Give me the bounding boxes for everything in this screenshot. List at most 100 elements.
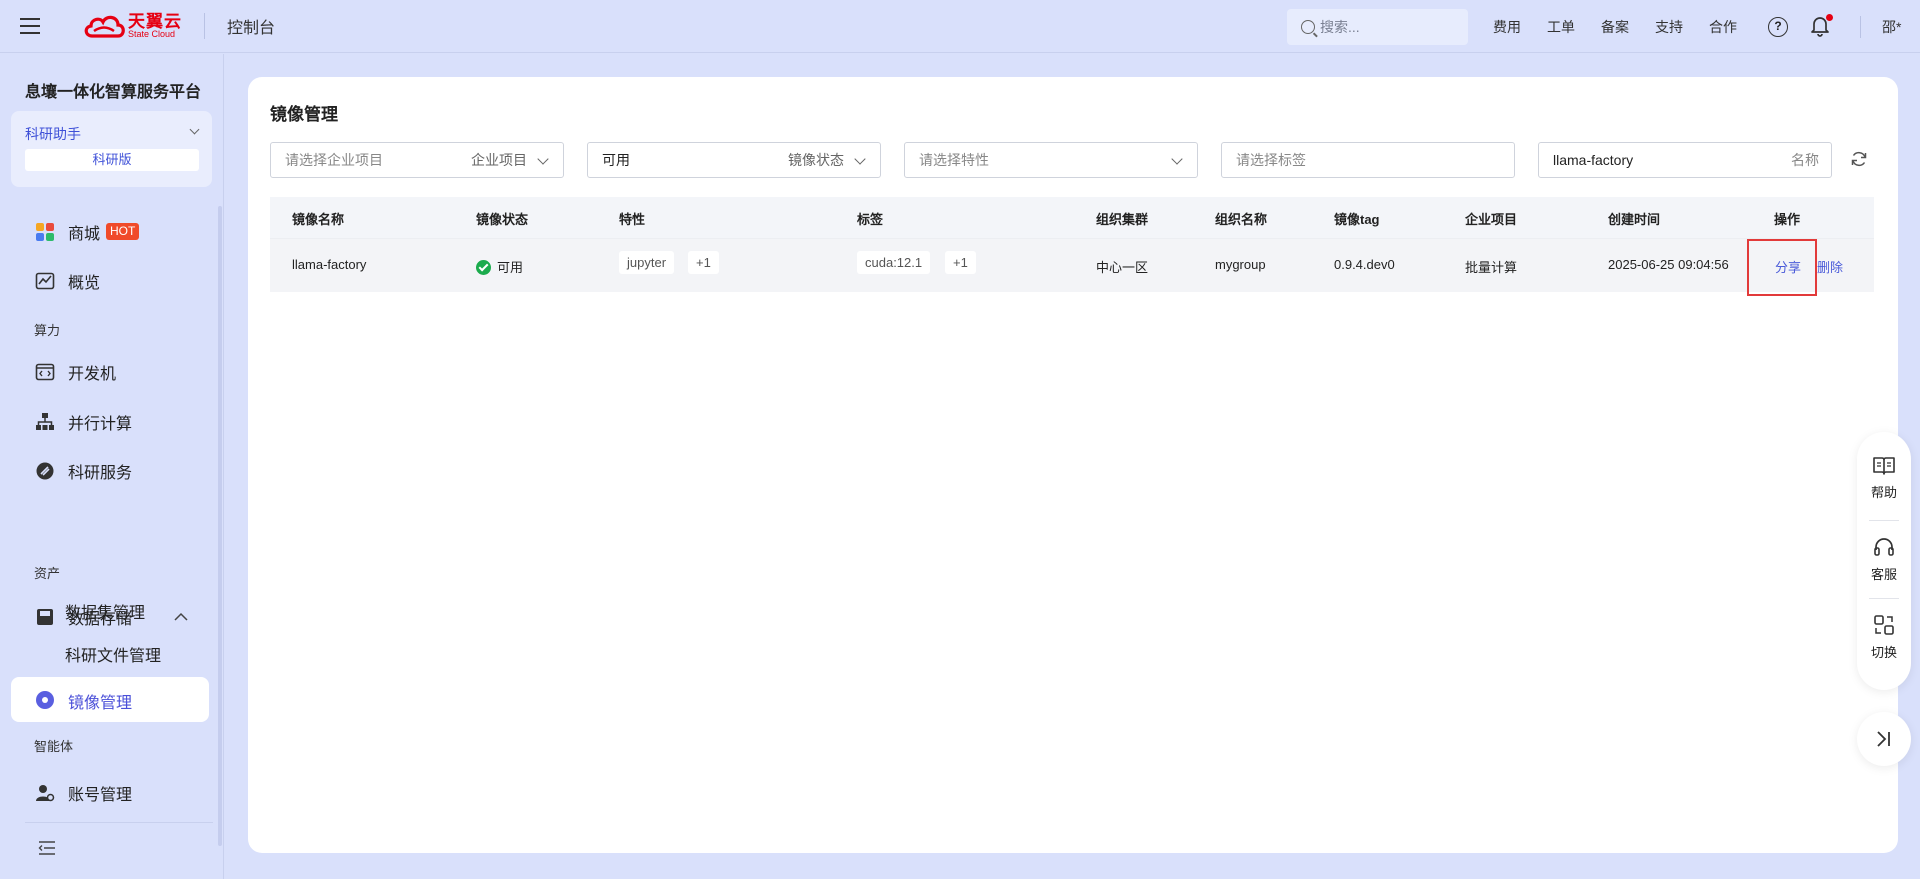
headset-icon bbox=[1874, 538, 1894, 556]
col-header: 企业项目 bbox=[1465, 212, 1518, 227]
nav-partner[interactable]: 合作 bbox=[1709, 0, 1737, 53]
sidebar-item-account[interactable]: 账号管理 bbox=[0, 771, 210, 815]
main-panel: 镜像管理 请选择企业项目 企业项目 可用 镜像状态 请选择特性 请选择标签 ll… bbox=[248, 77, 1898, 853]
org-cell: mygroup bbox=[1215, 257, 1266, 272]
name-suffix: 名称 bbox=[1791, 152, 1819, 168]
highlight-annotation bbox=[1747, 239, 1817, 296]
hierarchy-icon bbox=[36, 413, 54, 430]
divider bbox=[1869, 598, 1899, 599]
status-cell: 可用 bbox=[476, 257, 523, 276]
chevron-down-icon bbox=[854, 153, 866, 165]
table-row[interactable]: llama-factory 可用 jupyter +1 cuda:12.1 +1… bbox=[270, 238, 1874, 292]
col-header: 镜像状态 bbox=[476, 212, 529, 227]
user-name[interactable]: 邵* bbox=[1882, 17, 1901, 37]
sidebar-item-overview[interactable]: 概览 bbox=[0, 259, 210, 303]
sidebar-item-files[interactable]: 科研文件管理 bbox=[65, 642, 161, 666]
hot-badge: HOT bbox=[106, 223, 140, 240]
sidebar-item-research-service[interactable]: 科研服务 bbox=[0, 449, 210, 493]
search-input[interactable]: 搜索... bbox=[1287, 9, 1468, 45]
name-search-input[interactable]: llama-factory 名称 bbox=[1538, 142, 1832, 178]
switch-button[interactable]: 切换 bbox=[1857, 614, 1911, 661]
status-value: 可用 bbox=[602, 152, 630, 168]
tag-placeholder: 请选择标签 bbox=[1236, 152, 1306, 168]
sidebar-item-parallel[interactable]: 并行计算 bbox=[0, 400, 210, 444]
sidebar-item-label: 开发机 bbox=[68, 366, 117, 383]
sidebar-item-mall[interactable]: 商城 HOT bbox=[0, 210, 210, 254]
logo-text-en: State Cloud bbox=[128, 29, 176, 39]
col-header: 镜像tag bbox=[1334, 212, 1380, 227]
feature-placeholder: 请选择特性 bbox=[919, 152, 989, 168]
help-label: 帮助 bbox=[1870, 485, 1897, 500]
expand-panel-button[interactable] bbox=[1857, 712, 1911, 766]
assistant-switcher[interactable]: 科研助手 科研版 bbox=[11, 111, 212, 187]
sidebar-item-label: 并行计算 bbox=[68, 416, 133, 433]
refresh-icon[interactable] bbox=[1850, 150, 1868, 168]
feature-more-chip[interactable]: +1 bbox=[688, 251, 719, 274]
divider bbox=[204, 13, 205, 39]
tag-more-chip[interactable]: +1 bbox=[945, 251, 976, 274]
image-tag-cell: 0.9.4.dev0 bbox=[1334, 257, 1395, 272]
col-header: 特性 bbox=[619, 212, 646, 227]
float-panel: 帮助 客服 切换 bbox=[1857, 432, 1911, 690]
col-header: 创建时间 bbox=[1608, 212, 1661, 227]
sidebar-item-label: 科研服务 bbox=[68, 465, 133, 482]
divider bbox=[1869, 520, 1899, 521]
research-icon bbox=[36, 462, 54, 480]
nav-billing[interactable]: 费用 bbox=[1493, 0, 1521, 53]
logo[interactable]: 天翼云 State Cloud bbox=[82, 12, 182, 40]
divider bbox=[1860, 16, 1861, 38]
cloud-logo-icon bbox=[84, 15, 125, 38]
grid-apps-icon bbox=[36, 223, 54, 241]
status-suffix: 镜像状态 bbox=[788, 152, 844, 168]
sidebar-item-dataset[interactable]: 数据集管理 bbox=[65, 599, 145, 623]
col-header: 操作 bbox=[1774, 212, 1801, 227]
name-value: llama-factory bbox=[1553, 152, 1634, 168]
help-icon[interactable]: ? bbox=[1768, 17, 1788, 37]
sidebar-item-label: 镜像管理 bbox=[68, 695, 133, 712]
project-cell: 批量计算 bbox=[1465, 260, 1518, 275]
nav-support[interactable]: 支持 bbox=[1655, 0, 1683, 53]
tag-chip: cuda:12.1 bbox=[857, 251, 931, 274]
menu-icon[interactable] bbox=[20, 18, 40, 34]
arrow-right-bar-icon bbox=[1877, 731, 1890, 747]
help-button[interactable]: 帮助 bbox=[1857, 456, 1911, 501]
sidebar-item-dev-machine[interactable]: 开发机 bbox=[0, 350, 210, 394]
switch-label: 切换 bbox=[1870, 645, 1897, 660]
user-settings-icon bbox=[36, 785, 55, 802]
nav-filing[interactable]: 备案 bbox=[1601, 0, 1629, 53]
col-header: 镜像名称 bbox=[292, 212, 345, 227]
check-circle-icon bbox=[476, 260, 491, 275]
project-select[interactable]: 请选择企业项目 企业项目 bbox=[270, 142, 564, 178]
divider bbox=[25, 822, 213, 823]
code-window-icon bbox=[35, 363, 55, 381]
storage-icon bbox=[37, 609, 53, 625]
status-select[interactable]: 可用 镜像状态 bbox=[587, 142, 881, 178]
console-title[interactable]: 控制台 bbox=[227, 14, 275, 38]
chevron-down-icon bbox=[1171, 153, 1183, 165]
tag-select[interactable]: 请选择标签 bbox=[1221, 142, 1515, 178]
assistant-version: 科研版 bbox=[25, 149, 199, 171]
sidebar-scrollbar[interactable] bbox=[218, 206, 222, 846]
disc-icon bbox=[36, 691, 54, 709]
nav-tickets[interactable]: 工单 bbox=[1547, 0, 1575, 53]
service-label: 客服 bbox=[1870, 567, 1897, 582]
platform-title: 息壤一体化智算服务平台 bbox=[25, 84, 202, 101]
switch-icon bbox=[1874, 615, 1894, 635]
book-icon bbox=[1873, 457, 1895, 475]
section-compute: 算力 bbox=[34, 323, 61, 338]
feature-select[interactable]: 请选择特性 bbox=[904, 142, 1198, 178]
customer-service-button[interactable]: 客服 bbox=[1857, 536, 1911, 583]
sidebar-item-image-mgmt[interactable]: 镜像管理 bbox=[11, 677, 209, 722]
delete-button[interactable]: 删除 bbox=[1817, 257, 1843, 276]
col-header: 标签 bbox=[857, 212, 884, 227]
section-assets: 资产 bbox=[34, 566, 61, 581]
project-placeholder: 请选择企业项目 bbox=[285, 152, 383, 168]
notification-dot bbox=[1826, 14, 1833, 21]
collapse-menu-icon[interactable] bbox=[38, 841, 56, 855]
col-header: 组织集群 bbox=[1096, 212, 1149, 227]
top-bar: 天翼云 State Cloud 控制台 bbox=[0, 0, 1920, 53]
chevron-down-icon bbox=[537, 153, 549, 165]
search-placeholder: 搜索... bbox=[1320, 19, 1360, 35]
chevron-down-icon bbox=[189, 124, 200, 135]
image-name: llama-factory bbox=[292, 257, 367, 272]
